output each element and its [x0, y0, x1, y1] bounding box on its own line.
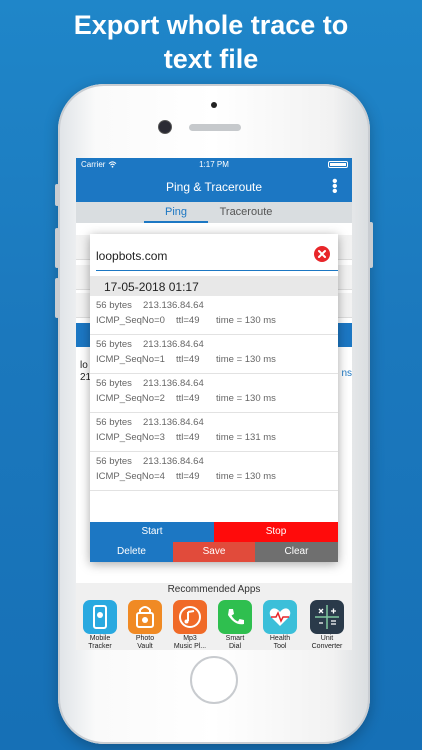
- battery-icon: [328, 161, 348, 168]
- ip-value: 213.136.84.64: [143, 300, 204, 311]
- page-title: Ping & Traceroute: [165, 180, 263, 194]
- trace-result-dialog: loopbots.com 17-05-2018 01:17 56 bytes 2…: [90, 234, 338, 562]
- ip-value: 213.136.84.64: [143, 456, 204, 467]
- background-link: ns: [341, 368, 352, 379]
- date-header: 17-05-2018 01:17: [90, 276, 338, 296]
- app-label: Tool: [273, 643, 287, 650]
- app-label: Music Pl...: [173, 643, 207, 650]
- list-item: 56 bytes 213.136.84.64 ICMP_SeqNo=1 ttl=…: [90, 335, 338, 374]
- app-mp3-music-player[interactable]: Mp3 Music Pl...: [171, 600, 209, 650]
- app-smart-dial[interactable]: Smart Dial: [216, 600, 254, 650]
- seq-value: ICMP_SeqNo=2: [96, 393, 165, 404]
- seq-value: ICMP_SeqNo=1: [96, 354, 165, 365]
- recommended-apps-title: Recommended Apps: [167, 584, 261, 595]
- ttl-value: ttl=49: [176, 471, 200, 482]
- headline-line-1: Export whole trace to: [73, 10, 349, 40]
- unit-converter-icon: [310, 600, 344, 634]
- list-item: 56 bytes 213.136.84.64 ICMP_SeqNo=2 ttl=…: [90, 374, 338, 413]
- app-photo-vault[interactable]: Photo Vault: [126, 600, 164, 650]
- clear-button[interactable]: Clear: [255, 542, 338, 562]
- app-label: Unit: [320, 635, 334, 642]
- app-label: Tracker: [88, 643, 112, 650]
- start-button[interactable]: Start: [90, 522, 214, 542]
- more-vertical-icon[interactable]: • • •: [332, 174, 338, 200]
- ttl-value: ttl=49: [176, 354, 200, 365]
- trace-date: 17-05-2018 01:17: [104, 280, 199, 294]
- app-screen: Carrier 1:17 PM Ping & Traceroute • • • Pi…: [76, 158, 352, 650]
- stop-button[interactable]: Stop: [214, 522, 338, 542]
- nav-bar: Ping & Traceroute • • •: [76, 172, 352, 202]
- ip-value: 213.136.84.64: [143, 339, 204, 350]
- volume-down-button: [55, 278, 59, 318]
- ip-value: 213.136.84.64: [143, 378, 204, 389]
- close-circle-icon[interactable]: [314, 246, 330, 262]
- list-item: 56 bytes 213.136.84.64 ICMP_SeqNo=4 ttl=…: [90, 452, 338, 491]
- app-label: Photo: [135, 635, 155, 642]
- photo-vault-icon: [128, 600, 162, 634]
- app-label: Mobile: [89, 635, 111, 642]
- proximity-sensor: [211, 102, 217, 108]
- app-label: Mp3: [183, 635, 197, 642]
- result-list: 56 bytes 213.136.84.64 ICMP_SeqNo=0 ttl=…: [90, 296, 338, 491]
- app-label: Dial: [228, 643, 242, 650]
- app-label: Vault: [137, 643, 153, 650]
- music-player-icon: [173, 600, 207, 634]
- headline-line-2: text file: [163, 44, 259, 74]
- ttl-value: ttl=49: [176, 315, 200, 326]
- tab-bar: Ping Traceroute: [76, 202, 352, 223]
- status-time: 1:17 PM: [199, 160, 229, 169]
- tab-ping[interactable]: Ping: [144, 206, 208, 218]
- promo-headline: Export whole trace to text file: [0, 8, 422, 76]
- app-health-tool[interactable]: Health Tool: [261, 600, 299, 650]
- delete-button[interactable]: Delete: [90, 542, 173, 562]
- mobile-tracker-icon: [83, 600, 117, 634]
- app-label: Converter: [311, 643, 343, 650]
- seq-value: ICMP_SeqNo=4: [96, 471, 165, 482]
- volume-up-button: [55, 228, 59, 268]
- time-value: time = 130 ms: [216, 354, 276, 365]
- ttl-value: ttl=49: [176, 393, 200, 404]
- seq-value: ICMP_SeqNo=0: [96, 315, 165, 326]
- host-field-underline: [96, 270, 338, 271]
- bytes-value: 56 bytes: [96, 417, 132, 428]
- app-mobile-tracker[interactable]: Mobile Tracker: [81, 600, 119, 650]
- app-label: Smart: [225, 635, 245, 642]
- save-button[interactable]: Save: [173, 542, 255, 562]
- app-unit-converter[interactable]: Unit Converter: [308, 600, 346, 650]
- status-bar: Carrier 1:17 PM: [76, 158, 352, 172]
- bytes-value: 56 bytes: [96, 300, 132, 311]
- tab-traceroute[interactable]: Traceroute: [214, 206, 278, 218]
- bytes-value: 56 bytes: [96, 339, 132, 350]
- earpiece-speaker: [189, 124, 241, 131]
- phone-icon: [218, 600, 252, 634]
- power-button: [369, 222, 373, 268]
- list-item: 56 bytes 213.136.84.64 ICMP_SeqNo=3 ttl=…: [90, 413, 338, 452]
- seq-value: ICMP_SeqNo=3: [96, 432, 165, 443]
- host-field[interactable]: loopbots.com: [96, 249, 167, 263]
- mute-switch: [55, 184, 59, 206]
- app-label: Health: [269, 635, 291, 642]
- time-value: time = 131 ms: [216, 432, 276, 443]
- home-button[interactable]: [190, 656, 238, 704]
- time-value: time = 130 ms: [216, 471, 276, 482]
- bytes-value: 56 bytes: [96, 456, 132, 467]
- list-item: 56 bytes 213.136.84.64 ICMP_SeqNo=0 ttl=…: [90, 296, 338, 335]
- heart-pulse-icon: [263, 600, 297, 634]
- time-value: time = 130 ms: [216, 315, 276, 326]
- ttl-value: ttl=49: [176, 432, 200, 443]
- bytes-value: 56 bytes: [96, 378, 132, 389]
- ip-value: 213.136.84.64: [143, 417, 204, 428]
- front-camera: [158, 120, 172, 134]
- time-value: time = 130 ms: [216, 393, 276, 404]
